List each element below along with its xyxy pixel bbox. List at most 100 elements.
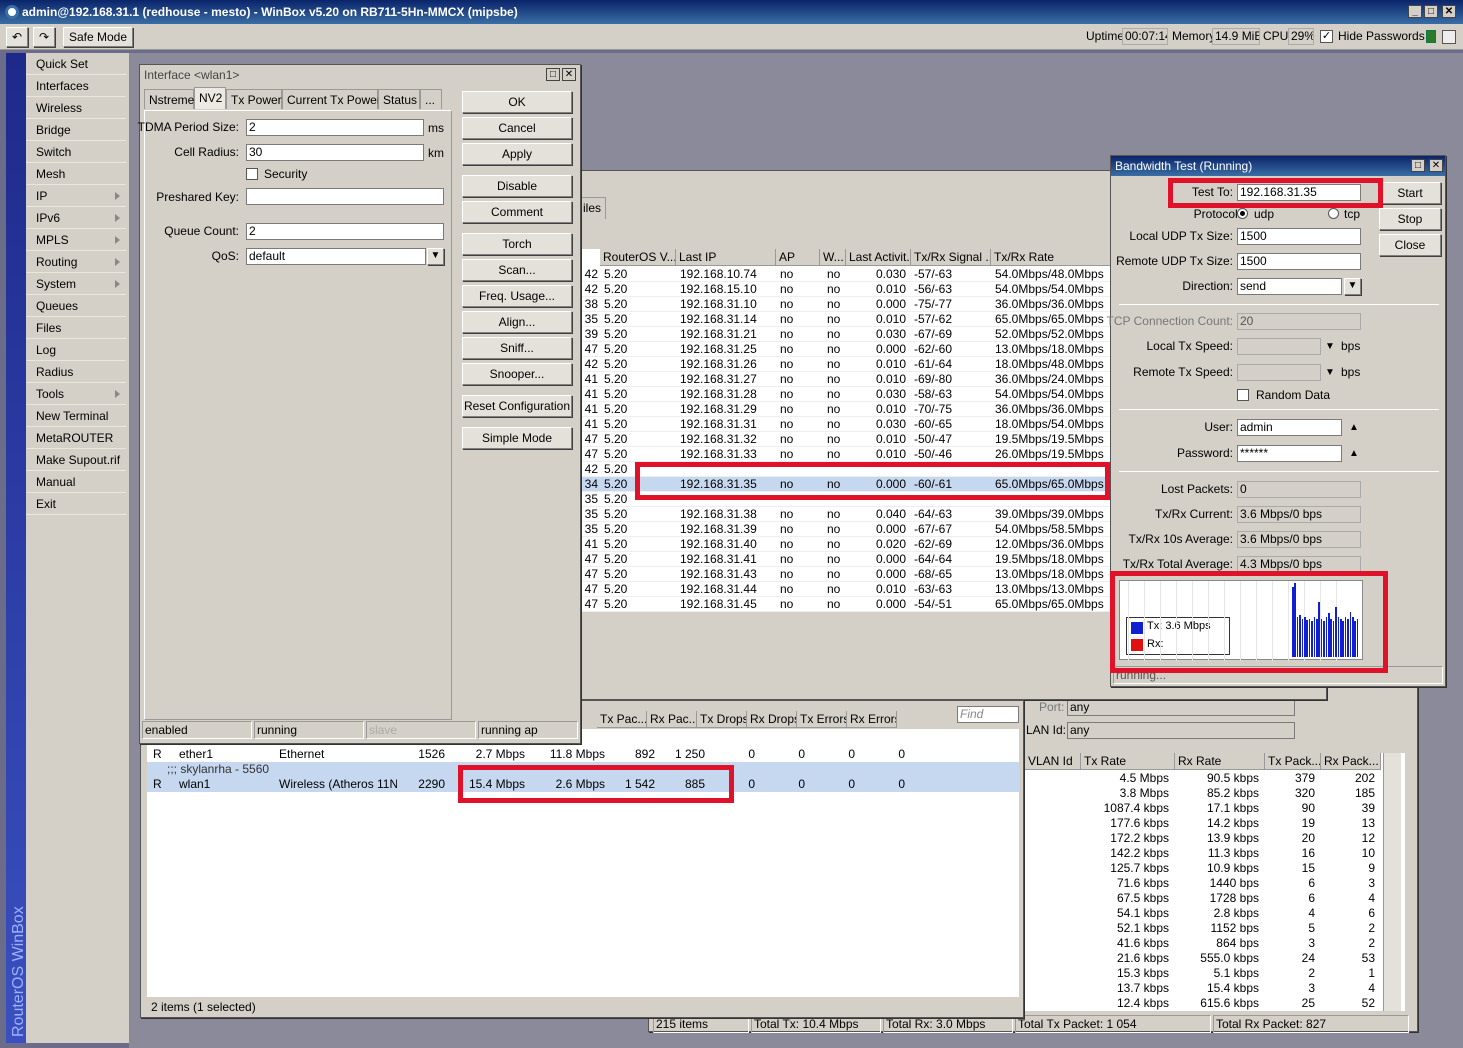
sidebar-item-make-supout-rif[interactable]: Make Supout.rif bbox=[26, 449, 126, 471]
direction-select[interactable]: send bbox=[1237, 278, 1342, 295]
reg-header-1[interactable]: Last IP bbox=[676, 249, 776, 266]
simple-mode-button[interactable]: Simple Mode bbox=[462, 427, 572, 449]
table-row[interactable]: 41 5.20 192.168.31.29 no no 0.010 -70/-75 36.0M… bbox=[580, 402, 1110, 417]
security-checkbox[interactable] bbox=[246, 168, 258, 180]
sidebar-item-exit[interactable]: Exit bbox=[26, 493, 126, 515]
reg-header-3[interactable]: W... bbox=[820, 249, 846, 266]
table-row[interactable]: 47 5.20 192.168.31.25 no no 0.000 -62/-60 13.0M… bbox=[580, 342, 1110, 357]
freq-usage-button[interactable]: Freq. Usage... bbox=[462, 285, 572, 307]
dialog-restore-button[interactable]: □ bbox=[546, 68, 560, 81]
snooper-button[interactable]: Snooper... bbox=[462, 363, 572, 385]
torch-header-4[interactable]: Rx Pack... bbox=[1321, 753, 1381, 770]
sidebar-item-ip[interactable]: IP bbox=[26, 185, 126, 207]
random-data-checkbox[interactable] bbox=[1237, 389, 1249, 401]
table-row[interactable]: 47 5.20 192.168.31.45 no no 0.000 -54/-51 65.0M… bbox=[580, 597, 1110, 612]
table-row[interactable]: 41 5.20 192.168.31.28 no no 0.030 -58/-63 54.0M… bbox=[580, 387, 1110, 402]
tcp-radio[interactable] bbox=[1328, 208, 1339, 219]
reg-header-6[interactable]: Tx/Rx Rate bbox=[991, 249, 1111, 266]
table-row[interactable]: 4.5 Mbps 90.5 kbps 379 202 bbox=[1025, 771, 1405, 786]
sidebar-item-ipv6[interactable]: IPv6 bbox=[26, 207, 126, 229]
table-row[interactable]: 47 5.20 192.168.31.43 no no 0.000 -68/-65 13.0M… bbox=[580, 567, 1110, 582]
table-row[interactable]: 52.1 kbps 1152 bps 5 2 bbox=[1025, 921, 1405, 936]
table-row[interactable]: 54.1 kbps 2.8 kbps 4 6 bbox=[1025, 906, 1405, 921]
reg-header-5[interactable]: Tx/Rx Signal ... bbox=[911, 249, 991, 266]
table-row[interactable]: 125.7 kbps 10.9 kbps 15 9 bbox=[1025, 861, 1405, 876]
safe-mode-button[interactable]: Safe Mode bbox=[63, 27, 133, 47]
table-row[interactable]: 1087.4 kbps 17.1 kbps 90 39 bbox=[1025, 801, 1405, 816]
reset-configuration-button[interactable]: Reset Configuration bbox=[462, 395, 572, 417]
tab-status[interactable]: Status bbox=[378, 89, 420, 109]
tab-current-tx-power[interactable]: Current Tx Power bbox=[282, 89, 381, 109]
torch-header-1[interactable]: Tx Rate bbox=[1081, 753, 1175, 770]
table-row[interactable]: 35 5.20 192.168.31.39 no no 0.000 -67/-67 54.0M… bbox=[580, 522, 1110, 537]
table-row[interactable]: 41 5.20 192.168.31.40 no no 0.020 -62/-69 12.0M… bbox=[580, 537, 1110, 552]
sidebar-item-new-terminal[interactable]: New Terminal bbox=[26, 405, 126, 427]
table-row[interactable]: 67.5 kbps 1728 bps 6 4 bbox=[1025, 891, 1405, 906]
tab-tx-power[interactable]: Tx Power bbox=[226, 89, 282, 109]
user-input[interactable]: admin bbox=[1237, 419, 1342, 436]
sidebar-item-tools[interactable]: Tools bbox=[26, 383, 126, 405]
table-row[interactable]: 71.6 kbps 1440 bps 6 3 bbox=[1025, 876, 1405, 891]
table-row[interactable]: 142.2 kbps 11.3 kbps 16 10 bbox=[1025, 846, 1405, 861]
sidebar-item-log[interactable]: Log bbox=[26, 339, 126, 361]
password-collapse-icon[interactable]: ▲ bbox=[1349, 445, 1359, 462]
redo-button[interactable]: ↷ bbox=[33, 27, 55, 47]
tab-files[interactable]: iles bbox=[578, 197, 607, 219]
undo-button[interactable]: ↶ bbox=[6, 27, 28, 47]
maximize-button[interactable]: □ bbox=[1424, 5, 1438, 18]
start-button[interactable]: Start bbox=[1379, 182, 1441, 204]
local-speed-input[interactable] bbox=[1237, 338, 1321, 355]
sidebar-item-queues[interactable]: Queues bbox=[26, 295, 126, 317]
align-button[interactable]: Align... bbox=[462, 311, 572, 333]
hide-passwords-checkbox[interactable]: ✓ bbox=[1320, 30, 1333, 43]
bw-restore-button[interactable]: □ bbox=[1411, 159, 1425, 172]
table-row[interactable]: 21.6 kbps 555.0 kbps 24 53 bbox=[1025, 951, 1405, 966]
if-header-0[interactable]: Tx Pac... bbox=[597, 711, 647, 728]
password-input[interactable]: ****** bbox=[1237, 445, 1342, 462]
table-row[interactable]: 39 5.20 192.168.31.21 no no 0.030 -67/-69 52.0M… bbox=[580, 327, 1110, 342]
table-row[interactable]: 42 5.20 192.168.10.74 no no 0.030 -57/-63 54.0M… bbox=[580, 267, 1110, 282]
queue-count-input[interactable]: 2 bbox=[246, 223, 444, 240]
if-header-3[interactable]: Rx Drops bbox=[747, 711, 797, 728]
port-field[interactable]: any bbox=[1067, 699, 1295, 716]
sidebar-item-system[interactable]: System bbox=[26, 273, 126, 295]
qos-select[interactable]: default bbox=[246, 248, 426, 265]
reg-header-4[interactable]: Last Activit... bbox=[846, 249, 911, 266]
sidebar-item-switch[interactable]: Switch bbox=[26, 141, 126, 163]
local-speed-dropdown-icon[interactable]: ▼ bbox=[1325, 338, 1335, 355]
cell-radius-input[interactable]: 30 bbox=[246, 144, 424, 161]
qos-dropdown-icon[interactable]: ▼ bbox=[427, 248, 444, 265]
table-row[interactable]: 177.6 kbps 14.2 kbps 19 13 bbox=[1025, 816, 1405, 831]
sidebar-item-manual[interactable]: Manual bbox=[26, 471, 126, 493]
layout-icon[interactable] bbox=[1442, 30, 1456, 44]
bw-close-button[interactable]: ✕ bbox=[1429, 159, 1443, 172]
sidebar-item-interfaces[interactable]: Interfaces bbox=[26, 75, 126, 97]
if-header-1[interactable]: Rx Pac... bbox=[647, 711, 697, 728]
reg-header-0[interactable]: RouterOS V... bbox=[600, 249, 676, 266]
sidebar-item-radius[interactable]: Radius bbox=[26, 361, 126, 383]
find-input[interactable]: Find bbox=[957, 706, 1019, 723]
cancel-button[interactable]: Cancel bbox=[462, 117, 572, 139]
scan-button[interactable]: Scan... bbox=[462, 259, 572, 281]
user-collapse-icon[interactable]: ▲ bbox=[1349, 419, 1359, 436]
torch-scrollbar[interactable] bbox=[1383, 753, 1401, 1011]
table-row[interactable]: 35 5.20 192.168.31.14 no no 0.010 -57/-62 65.0M… bbox=[580, 312, 1110, 327]
sidebar-item-wireless[interactable]: Wireless bbox=[26, 97, 126, 119]
table-row[interactable]: 41.6 kbps 864 bps 3 2 bbox=[1025, 936, 1405, 951]
sidebar-item-routing[interactable]: Routing bbox=[26, 251, 126, 273]
psk-input[interactable] bbox=[246, 188, 444, 205]
sidebar-item-metarouter[interactable]: MetaROUTER bbox=[26, 427, 126, 449]
torch-header-2[interactable]: Rx Rate bbox=[1175, 753, 1265, 770]
sidebar-item-files[interactable]: Files bbox=[26, 317, 126, 339]
sniff-button[interactable]: Sniff... bbox=[462, 337, 572, 359]
close-button[interactable]: ✕ bbox=[1442, 5, 1456, 18]
table-row[interactable]: 12.4 kbps 615.6 kbps 25 52 bbox=[1025, 996, 1405, 1011]
tab--[interactable]: ... bbox=[420, 89, 442, 109]
tab-nstreme[interactable]: Nstreme bbox=[144, 89, 194, 109]
table-row[interactable]: 172.2 kbps 13.9 kbps 20 12 bbox=[1025, 831, 1405, 846]
table-row[interactable]: 41 5.20 192.168.31.27 no no 0.010 -69/-80 36.0M… bbox=[580, 372, 1110, 387]
ok-button[interactable]: OK bbox=[462, 91, 572, 113]
torch-header-0[interactable]: VLAN Id bbox=[1025, 753, 1081, 770]
table-row[interactable]: 13.7 kbps 15.4 kbps 3 4 bbox=[1025, 981, 1405, 996]
reg-header-2[interactable]: AP bbox=[776, 249, 820, 266]
